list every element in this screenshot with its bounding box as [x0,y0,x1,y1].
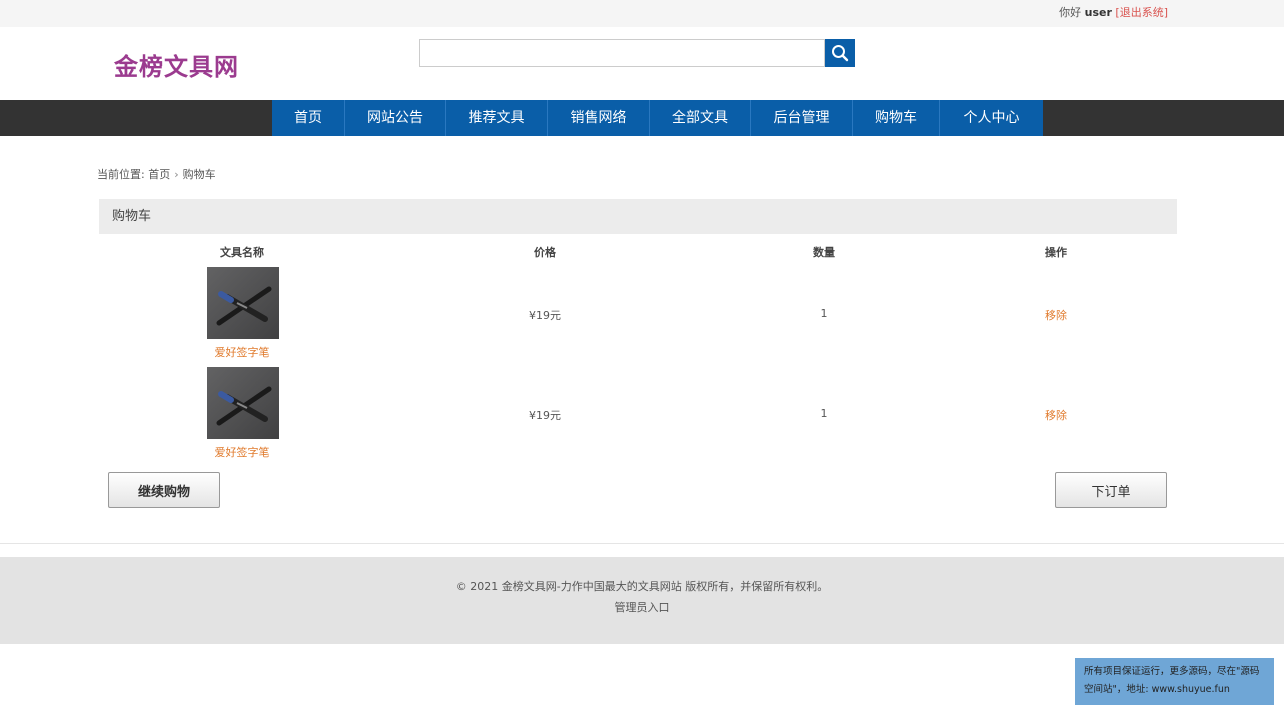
footer: © 2021 金榜文具网-力作中国最大的文具网站 版权所有，并保留所有权利。 管… [0,557,1284,644]
breadcrumb-current: 购物车 [182,168,216,181]
pen-product-image [207,267,279,339]
site-logo[interactable]: 金榜文具网 [114,47,239,82]
product-name-link[interactable]: 爱好签字笔 [215,444,270,460]
nav-item-admin[interactable]: 后台管理 [751,100,853,136]
nav-item-announcements[interactable]: 网站公告 [345,100,446,136]
promo-line-1: 所有项目保证运行，更多源码，尽在"源码 [1084,666,1260,677]
remove-link[interactable]: 移除 [1045,307,1067,323]
greeting-text: 你好 [1059,6,1082,19]
nav-item-profile[interactable]: 个人中心 [940,100,1043,136]
product-price: ¥19元 [529,409,561,422]
top-bar: 你好 user [退出系统] [0,0,1284,27]
main-nav: 首页 网站公告 推荐文具 销售网络 全部文具 后台管理 购物车 个人中心 [0,100,1284,136]
continue-shopping-button[interactable]: 继续购物 [108,472,220,508]
search-box [419,39,855,67]
chevron-right-icon: › [174,168,179,181]
footer-divider [0,543,1284,544]
header: 金榜文具网 [0,27,1284,100]
promo-line-2: 空间站"，地址: www.shuyue.fun [1084,684,1230,695]
promo-banner: 所有项目保证运行，更多源码，尽在"源码 空间站"，地址: www.shuyue.… [1075,658,1274,705]
breadcrumb: 当前位置: 首页 › 购物车 [97,166,216,182]
nav-item-recommended[interactable]: 推荐文具 [446,100,548,136]
product-name-link[interactable]: 爱好签字笔 [215,344,270,360]
admin-entry-link[interactable]: 管理员入口 [0,599,1284,615]
column-header-name: 文具名称 [220,246,264,259]
place-order-button[interactable]: 下订单 [1055,472,1167,508]
username: user [1084,6,1112,19]
product-price: ¥19元 [529,309,561,322]
table-row: 爱好签字笔 ¥19元 1 移除 [99,367,1177,467]
table-row: 爱好签字笔 ¥19元 1 移除 [99,267,1177,367]
nav-item-home[interactable]: 首页 [272,100,345,136]
search-button[interactable] [825,39,855,67]
column-header-action: 操作 [1045,246,1067,259]
cart-title: 购物车 [99,199,1177,234]
nav-item-all-stationery[interactable]: 全部文具 [650,100,751,136]
product-quantity: 1 [820,307,828,320]
column-header-price: 价格 [534,246,556,259]
user-greeting: 你好 user [退出系统] [1059,4,1168,20]
nav-item-cart[interactable]: 购物车 [853,100,940,136]
search-icon [832,45,849,62]
logout-link[interactable]: [退出系统] [1115,6,1168,19]
breadcrumb-home[interactable]: 首页 [148,168,170,181]
nav-item-sales-network[interactable]: 销售网络 [548,100,650,136]
product-quantity: 1 [820,407,828,420]
remove-link[interactable]: 移除 [1045,407,1067,423]
pen-product-image [207,367,279,439]
column-header-quantity: 数量 [813,246,835,259]
cart-header: 文具名称 价格 数量 操作 [99,244,1177,259]
nav-list: 首页 网站公告 推荐文具 销售网络 全部文具 后台管理 购物车 个人中心 [272,100,1043,136]
copyright-text: © 2021 金榜文具网-力作中国最大的文具网站 版权所有，并保留所有权利。 [455,580,829,593]
product-image[interactable] [207,367,279,439]
product-image[interactable] [207,267,279,339]
breadcrumb-prefix: 当前位置: [97,168,145,181]
search-input[interactable] [419,39,825,67]
